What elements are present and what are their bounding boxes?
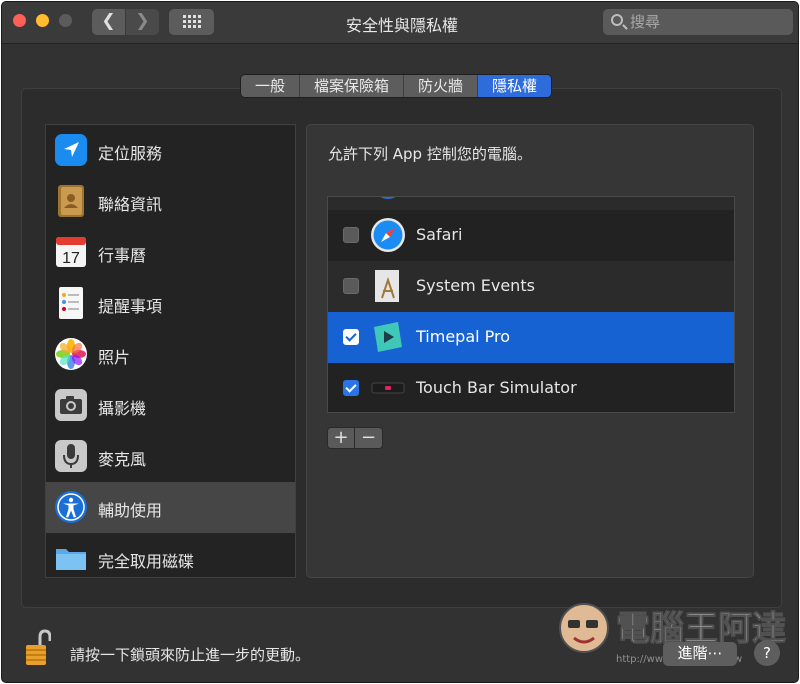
app-icon-partial (380, 197, 396, 199)
app-name: Timepal Pro (416, 327, 511, 346)
app-list: Safari System Events Timepal Pro Touch B… (327, 196, 735, 413)
sidebar-item-microphone[interactable]: 麥克風 (46, 431, 295, 482)
close-window-button[interactable] (13, 14, 26, 27)
lock-instructions: 請按一下鎖頭來防止進一步的更動。 (70, 646, 311, 664)
minimize-window-button[interactable] (36, 14, 49, 27)
calendar-icon: 17 (56, 237, 86, 267)
sidebar-item-accessibility[interactable]: 輔助使用 (46, 482, 295, 533)
location-arrow-icon (55, 134, 87, 166)
system-events-icon (375, 270, 399, 302)
window-title: 安全性與隱私權 (345, 16, 458, 35)
grid-icon (183, 15, 201, 29)
sidebar-item-label: 完全取用磁碟 (98, 552, 195, 571)
sidebar-item-full-disk-access[interactable]: 完全取用磁碟 (46, 533, 295, 577)
help-button[interactable]: ? (754, 640, 780, 666)
touch-bar-simulator-checkbox[interactable] (343, 380, 359, 396)
forward-button[interactable]: ❯ (126, 9, 159, 35)
add-app-button[interactable]: + (327, 427, 355, 449)
safari-compass-icon (371, 218, 405, 252)
photos-icon (55, 338, 87, 370)
pane-description: 允許下列 App 控制您的電腦。 (328, 145, 532, 163)
contacts-book-icon (58, 185, 84, 217)
advanced-button[interactable]: 進階⋯ (663, 642, 737, 666)
sidebar-item-label: 麥克風 (98, 450, 147, 469)
sidebar-item-label: 定位服務 (98, 144, 163, 163)
unlocked-padlock-icon[interactable] (25, 628, 51, 668)
camera-icon (55, 389, 87, 421)
chevron-left-icon: ❮ (101, 11, 116, 31)
sidebar-item-label: 輔助使用 (98, 501, 163, 520)
sidebar-item-contacts[interactable]: 聯絡資訊 (46, 176, 295, 227)
list-item (328, 197, 734, 210)
app-name: Touch Bar Simulator (416, 378, 577, 397)
sidebar-item-location-services[interactable]: 定位服務 (46, 125, 295, 176)
sidebar-item-label: 提醒事項 (98, 297, 163, 316)
timepal-pro-icon (374, 322, 402, 352)
app-name: System Events (416, 276, 535, 295)
accessibility-pane: 允許下列 App 控制您的電腦。 Safari System Events Ti… (306, 124, 754, 578)
tab-firewall[interactable]: 防火牆 (404, 75, 479, 97)
privacy-category-list: 定位服務 聯絡資訊 17 行事曆 提醒事項 照片 攝影機 麥克風 輔助使用 完全… (45, 124, 296, 578)
title-bar: ❮ ❯ 安全性與隱私權 (2, 2, 798, 44)
system-events-checkbox[interactable] (343, 278, 359, 294)
search-field[interactable] (603, 9, 793, 35)
tab-privacy[interactable]: 隱私權 (478, 75, 552, 97)
list-item-timepal-pro[interactable]: Timepal Pro (328, 312, 734, 363)
chevron-right-icon: ❯ (135, 11, 150, 31)
sidebar-item-calendar[interactable]: 17 行事曆 (46, 227, 295, 278)
list-item-system-events[interactable]: System Events (328, 261, 734, 312)
sidebar-item-camera[interactable]: 攝影機 (46, 380, 295, 431)
timepal-pro-checkbox[interactable] (343, 329, 359, 345)
zoom-window-button[interactable] (59, 14, 72, 27)
calendar-day: 17 (62, 250, 80, 267)
microphone-icon (55, 440, 87, 472)
safari-checkbox[interactable] (343, 227, 359, 243)
app-name: Safari (416, 225, 463, 244)
reminders-icon (59, 287, 83, 319)
back-button[interactable]: ❮ (92, 9, 125, 35)
sidebar-item-reminders[interactable]: 提醒事項 (46, 278, 295, 329)
accessibility-icon (55, 491, 87, 523)
sidebar-item-label: 聯絡資訊 (98, 195, 163, 214)
folder-icon (56, 549, 86, 570)
search-input[interactable] (630, 12, 785, 32)
tab-general[interactable]: 一般 (241, 75, 301, 97)
show-all-button[interactable] (169, 9, 214, 35)
add-remove-buttons: + − (327, 427, 383, 449)
list-item-touch-bar-simulator[interactable]: Touch Bar Simulator (328, 363, 734, 412)
sidebar-item-photos[interactable]: 照片 (46, 329, 295, 380)
tab-filevault[interactable]: 檔案保險箱 (300, 75, 405, 97)
touch-bar-simulator-icon (371, 382, 405, 394)
list-item-safari[interactable]: Safari (328, 210, 734, 261)
sidebar-item-label: 照片 (98, 348, 131, 367)
tab-bar: 一般 檔案保險箱 防火牆 隱私權 (240, 74, 553, 98)
sidebar-item-label: 攝影機 (98, 399, 147, 418)
sidebar-item-label: 行事曆 (98, 246, 147, 265)
remove-app-button[interactable]: − (355, 427, 383, 449)
search-icon (611, 14, 623, 26)
